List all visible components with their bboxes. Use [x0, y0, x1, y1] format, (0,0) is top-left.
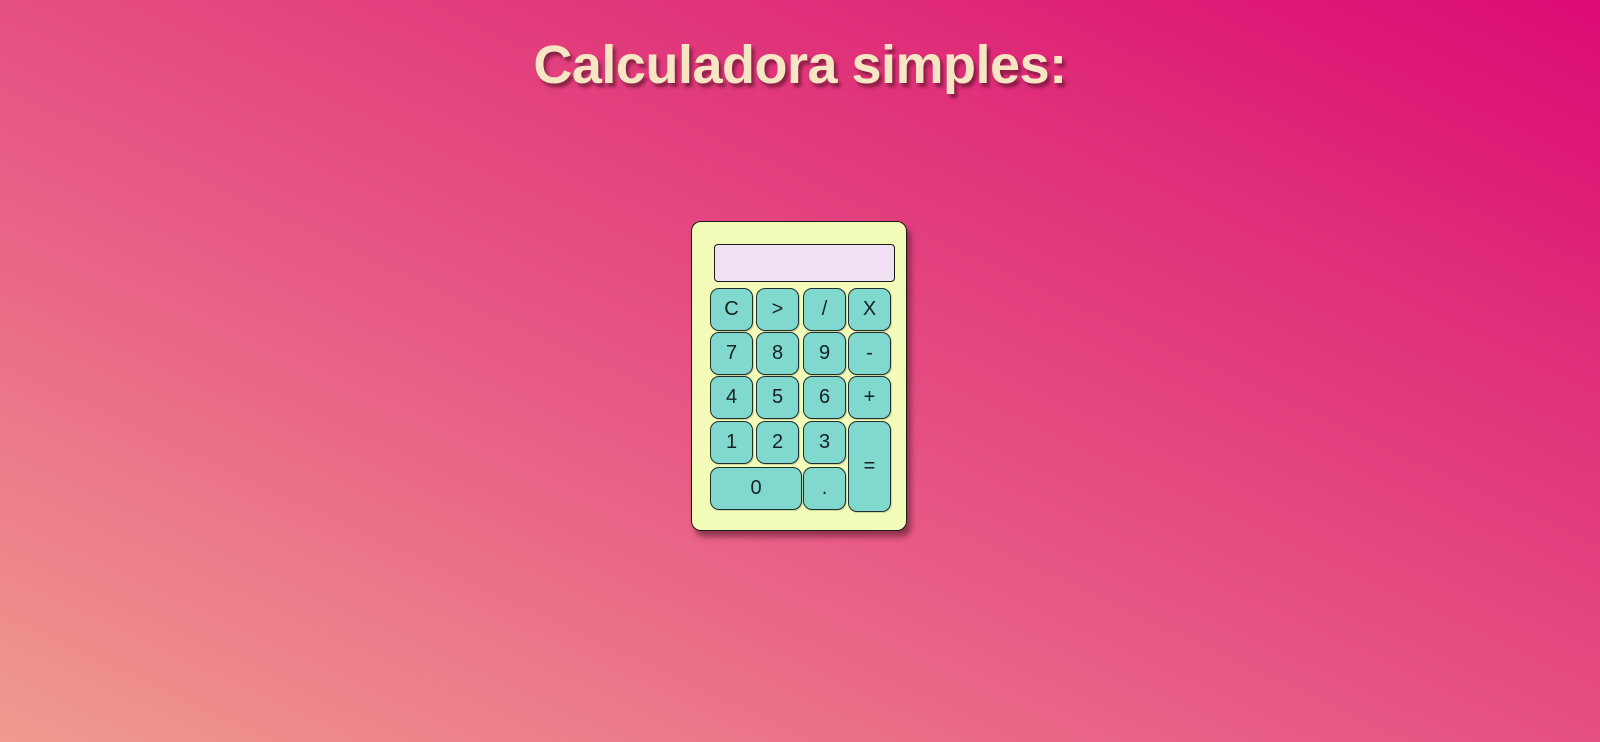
minus-button[interactable]: -: [848, 332, 891, 375]
plus-button[interactable]: +: [848, 376, 891, 419]
divide-button[interactable]: /: [803, 288, 846, 331]
decimal-button[interactable]: .: [803, 467, 846, 510]
digit-2-button[interactable]: 2: [756, 421, 799, 464]
digit-1-button[interactable]: 1: [710, 421, 753, 464]
calculator: C > / X 7 8 9 - 4 5 6 + 1 2 3 = 0 .: [691, 221, 907, 531]
clear-button[interactable]: C: [710, 288, 753, 331]
backspace-button[interactable]: >: [756, 288, 799, 331]
digit-9-button[interactable]: 9: [803, 332, 846, 375]
digit-6-button[interactable]: 6: [803, 376, 846, 419]
digit-7-button[interactable]: 7: [710, 332, 753, 375]
digit-0-button[interactable]: 0: [710, 467, 802, 510]
multiply-button[interactable]: X: [848, 288, 891, 331]
digit-3-button[interactable]: 3: [803, 421, 846, 464]
digit-8-button[interactable]: 8: [756, 332, 799, 375]
page-title: Calculadora simples:: [533, 35, 1067, 95]
digit-5-button[interactable]: 5: [756, 376, 799, 419]
equals-button[interactable]: =: [848, 421, 891, 512]
digit-4-button[interactable]: 4: [710, 376, 753, 419]
calculator-display[interactable]: [714, 244, 895, 282]
